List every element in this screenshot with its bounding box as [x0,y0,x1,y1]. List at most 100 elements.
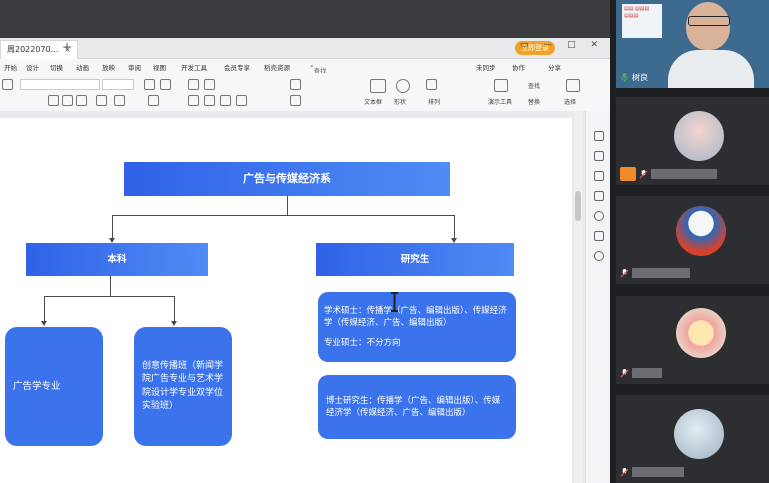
host-video [666,2,756,88]
master-professional-text: 专业硕士：不分方向 [324,338,401,349]
connector-horizontal [112,215,455,216]
font-color-icon[interactable] [148,95,159,106]
align-left-icon[interactable] [188,95,199,106]
copy-icon[interactable] [594,191,604,201]
text-direction-icon[interactable] [290,79,301,90]
undergrad-node[interactable]: 本科 [26,243,208,276]
mic-muted-icon [639,169,648,179]
redacted-name [632,467,684,477]
textbox-label: 文本框 [364,99,383,106]
scroll-thumb[interactable] [575,191,581,221]
connector-undergrad-left [44,296,45,322]
menu-item-transition[interactable]: 切换 [50,62,63,72]
participant-namebar [620,366,662,380]
mic-muted-icon [620,368,629,378]
redacted-name [651,169,717,179]
avatar [676,308,726,358]
shape-icon[interactable] [396,79,410,93]
mic-muted-icon [620,268,629,278]
grow-font-icon[interactable] [144,79,155,90]
presentation-app: 周2022070... × + 立即登录 ▭ — □ ✕ 开始 设计 切换 动画 … [0,0,610,483]
window-top-strip [0,0,610,38]
italic-icon[interactable] [62,95,73,106]
bold-icon[interactable] [48,95,59,106]
phd-node[interactable]: 博士研究生：传播学（广告、编辑出版）、传媒经济学（传媒经济、广告、编辑出版） [318,375,516,439]
menu-item-start[interactable]: 开始 [4,62,17,72]
new-tab-icon[interactable]: + [62,40,72,54]
participant-tile[interactable] [616,196,769,284]
master-academic-text: 学术硕士：传播学（广告、编辑出版）、传媒经济学（传媒经济、广告、编辑出版） [324,305,507,328]
adjust-icon[interactable] [594,151,604,161]
host-name: 树良 [632,72,648,82]
textbox-icon[interactable] [370,79,386,93]
collab-button[interactable]: 协作 [512,62,525,72]
paste-icon[interactable] [2,79,13,90]
participant-tile[interactable] [616,97,769,185]
avatar [674,409,724,459]
presentation-tools-label: 演示工具 [488,99,513,106]
menu-item-review[interactable]: 审阅 [128,62,141,72]
justify-icon[interactable] [236,95,247,106]
shrink-font-icon[interactable] [160,79,171,90]
property-icon[interactable] [594,131,604,141]
participant-panel: ▤▤ ▤▤▤ ▤▤▤ 树良 [610,0,769,483]
master-node[interactable]: 学术硕士：传播学（广告、编辑出版）、传媒经济学（传媒经济、广告、编辑出版） 专业… [318,292,516,362]
pin-icon[interactable] [594,171,604,181]
connector-undergrad-right [174,296,175,322]
sync-status[interactable]: 未同步 [476,62,496,72]
text-cursor-icon [391,292,398,312]
align-right-icon[interactable] [220,95,231,106]
menu-item-slideshow[interactable]: 放映 [102,62,115,72]
font-size-field[interactable] [102,79,134,90]
align-center-icon[interactable] [204,95,215,106]
image-icon[interactable] [594,231,604,241]
bullet-list-icon[interactable] [188,79,199,90]
underline-icon[interactable] [76,95,87,106]
connector-left [112,215,113,239]
menu-item-design[interactable]: 设计 [26,62,39,72]
redacted-name [632,268,690,278]
participant-namebar [620,465,684,479]
menu-bar: 开始 设计 切换 动画 放映 审阅 视图 开发工具 会员专享 稻壳资源 ⌕ 查找… [0,59,610,115]
window-controls[interactable]: ▭ — □ ✕ [520,40,604,50]
share-button[interactable]: 分享 [548,62,561,72]
participant-tile[interactable] [616,395,769,483]
user-icon [620,167,636,181]
host-namebar: 树良 [620,70,648,84]
graduate-node[interactable]: 研究生 [316,243,514,276]
menu-item-view[interactable]: 视图 [153,62,166,72]
arrange-icon[interactable] [426,79,437,90]
participant-namebar [620,266,690,280]
replace-button[interactable]: 替换 [528,97,540,106]
connector-undergrad [110,276,111,297]
presentation-tools-icon[interactable] [494,79,508,92]
participant-tile-host[interactable]: ▤▤ ▤▤▤ ▤▤▤ 树良 [616,0,769,88]
slide[interactable]: 广告与传媒经济系 本科 研究生 广告学专业 创意传播班（新闻学院广告专业与艺术学… [0,118,572,483]
participant-tile[interactable] [616,296,769,384]
arrow-down-icon [171,321,177,326]
menu-item-devtools[interactable]: 开发工具 [181,62,207,72]
vertical-scrollbar[interactable] [574,111,582,483]
backdrop-poster: ▤▤ ▤▤▤ ▤▤▤ [622,4,662,38]
subscript-icon[interactable] [114,95,125,106]
smartart-icon[interactable] [290,95,301,106]
mic-muted-icon [620,467,629,477]
find-button[interactable]: 查找 [528,81,540,90]
creative-class-node[interactable]: 创意传播班（新闻学院广告专业与艺术学院设计学专业双学位实验班） [134,327,232,446]
font-name-field[interactable] [20,79,100,90]
menu-item-member[interactable]: 会员专享 [224,62,250,72]
menu-item-animation[interactable]: 动画 [76,62,89,72]
toolbar: 文本框 形状 排列 演示工具 查找 替换 选择 [0,73,610,112]
settings-icon[interactable] [594,251,604,261]
number-list-icon[interactable] [204,79,215,90]
root-node[interactable]: 广告与传媒经济系 [124,162,450,196]
arrange-label: 排列 [428,99,441,106]
menu-item-resources[interactable]: 稻壳资源 [264,62,290,72]
command-search[interactable]: ⌕ 查找命令、搜索模板 [310,62,327,115]
help-icon[interactable] [594,211,604,221]
advertising-major-node[interactable]: 广告学专业 [5,327,103,446]
superscript-icon[interactable] [96,95,107,106]
select-icon[interactable] [566,79,580,92]
tab-bar: 周2022070... × + 立即登录 ▭ — □ ✕ [0,38,610,59]
select-label: 选择 [564,99,577,106]
